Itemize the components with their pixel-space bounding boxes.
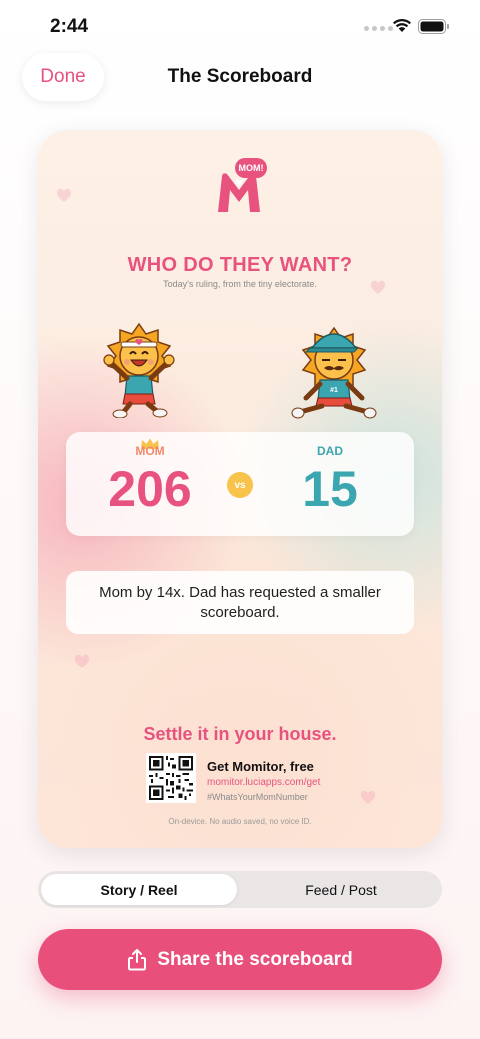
promo-hashtag: #WhatsYourMomNumber: [207, 792, 308, 802]
status-bar: 2:44: [0, 0, 480, 54]
promo-title: Get Momitor, free: [207, 759, 314, 774]
heart-icon: [360, 790, 376, 804]
vs-badge: vs: [227, 472, 253, 498]
svg-text:#1: #1: [330, 387, 338, 394]
dad-score: 15: [302, 461, 358, 517]
cellular-signal-icon: [364, 26, 393, 31]
logo-m-icon: [218, 173, 260, 212]
segment-feed-post[interactable]: Feed / Post: [243, 874, 439, 905]
logo-badge: MOM!: [235, 158, 267, 178]
dad-label: DAD: [317, 444, 343, 458]
share-scoreboard-button[interactable]: Share the scoreboard: [38, 929, 442, 990]
heart-icon: [56, 188, 72, 202]
heart-icon: [74, 654, 90, 668]
score-panel: MOM DAD 206 vs 15: [66, 432, 414, 536]
mom-score: 206: [108, 461, 192, 517]
wifi-icon: [393, 18, 411, 32]
verdict-text: Mom by 14x. Dad has requested a smaller …: [66, 571, 414, 634]
qr-code: [146, 753, 196, 803]
share-icon: [128, 948, 147, 970]
mom-label: MOM: [135, 444, 165, 458]
format-segmented-control: Story / Reel Feed / Post: [38, 871, 442, 908]
subheadline: Today's ruling, from the tiny electorate…: [163, 279, 317, 289]
segment-story-reel[interactable]: Story / Reel: [41, 874, 237, 905]
battery-icon: [418, 19, 449, 34]
promo-url: momitor.luciapps.com/get: [207, 777, 321, 788]
mom-mascot-illustration: [103, 322, 175, 418]
status-time: 2:44: [50, 16, 89, 37]
cta-text: Settle it in your house.: [143, 724, 337, 744]
dad-mascot-illustration: #1: [291, 326, 377, 419]
page-title: The Scoreboard: [167, 66, 313, 87]
headline: WHO DO THEY WANT?: [127, 254, 353, 276]
privacy-note: On-device. No audio saved, no voice ID.: [168, 817, 312, 826]
scoreboard-card: MOM! WHO DO THEY WANT? Today's ruling, f…: [38, 130, 442, 848]
share-button-label: Share the scoreboard: [157, 948, 353, 970]
momitor-logo: MOM!: [215, 158, 267, 216]
